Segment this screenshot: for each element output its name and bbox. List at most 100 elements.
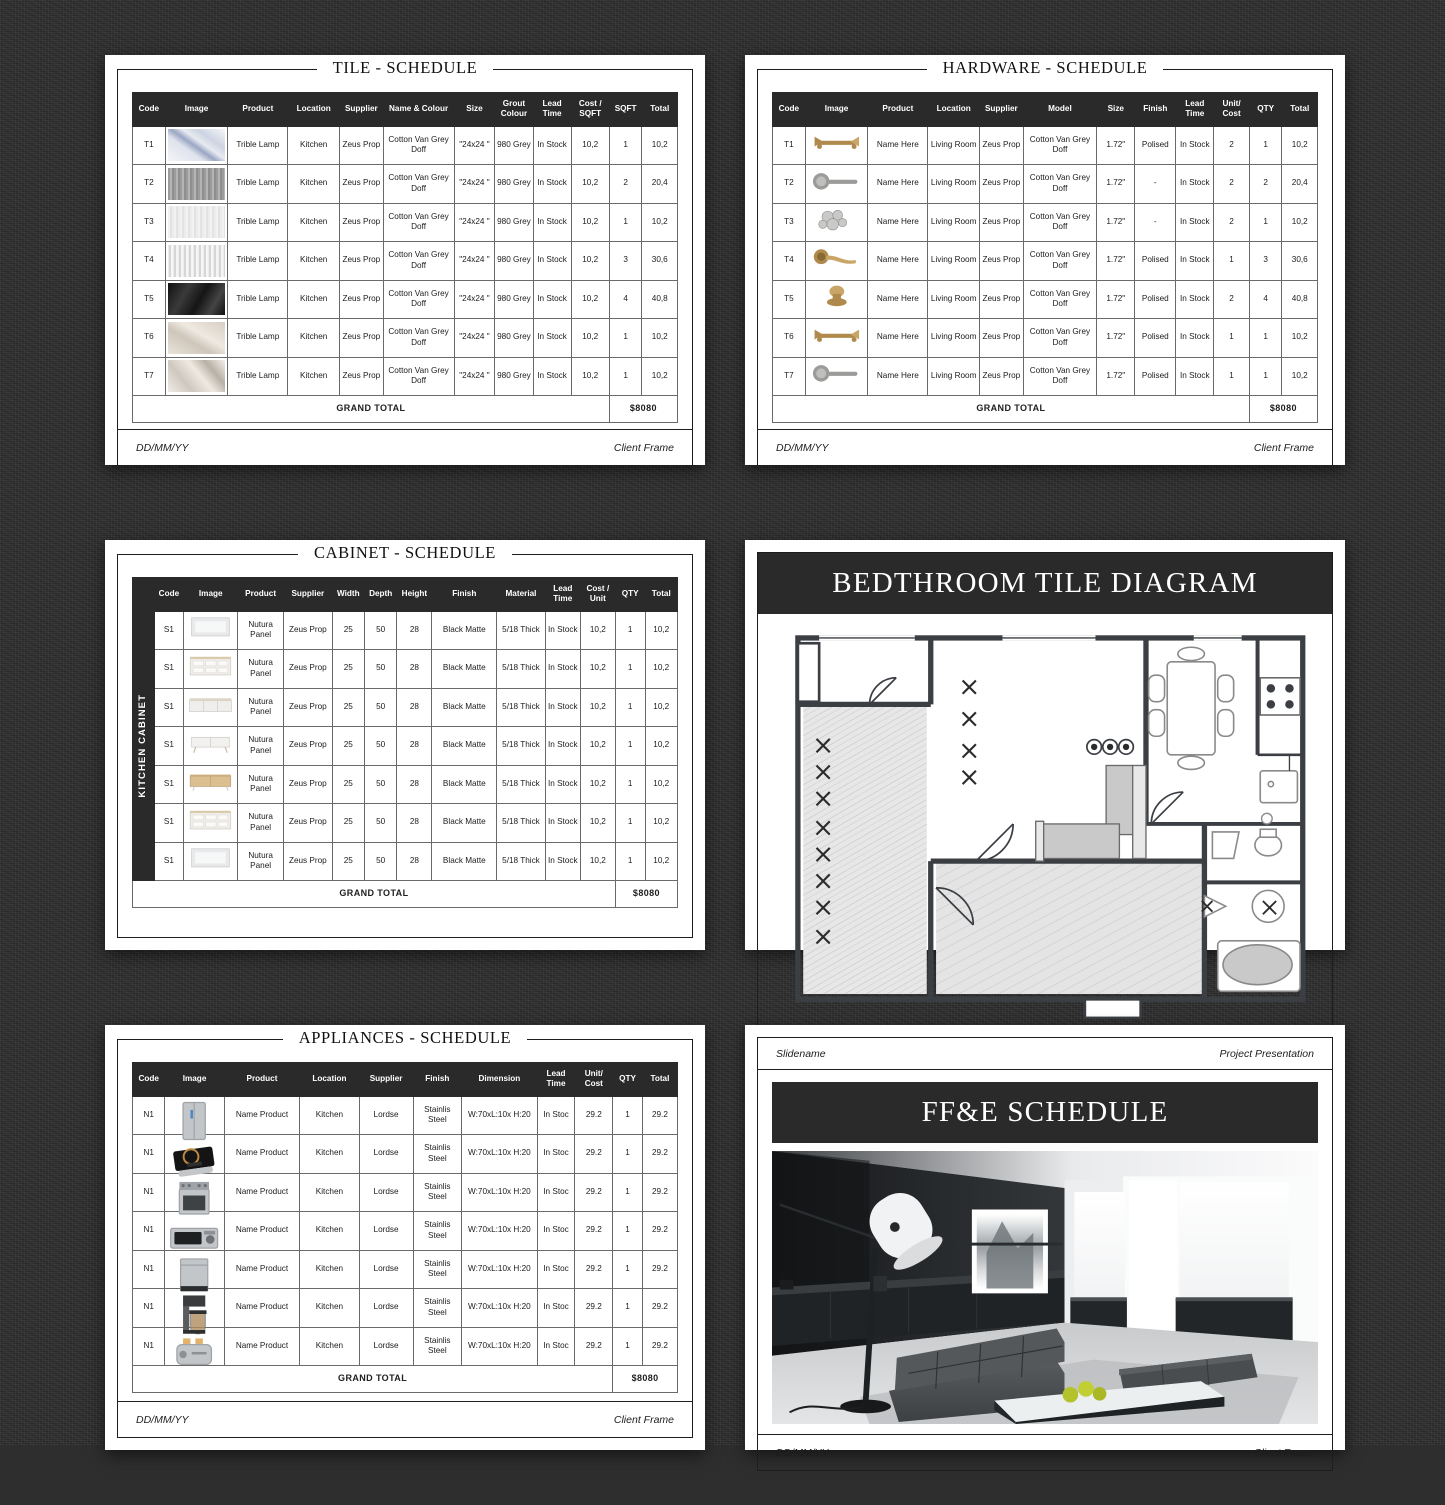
col-finish: Finish: [412, 1062, 463, 1097]
cell-location: Kitchen: [299, 1134, 360, 1174]
grand-total-value: $8080: [608, 395, 679, 423]
cell-finish: Black Matte: [431, 649, 498, 689]
cell-material: 5/18 Thick: [496, 610, 546, 650]
cell-total: 10,2: [1281, 202, 1318, 242]
cell-product: Name Here: [867, 202, 929, 242]
grand-total-row: GRAND TOTAL $8080: [132, 880, 679, 908]
thumbnail-cell: [164, 164, 229, 204]
ffe-schedule-sheet: Slidename Project Presentation FF&E SCHE…: [745, 1025, 1345, 1471]
cell-lead-time: In Stock: [532, 356, 572, 396]
cell-name-colour: Cotton Van Grey Doff: [382, 125, 455, 165]
thumbnail-cell: [164, 241, 229, 281]
footer-date: DD/MM/YY: [136, 441, 189, 454]
cell-code: T4: [772, 241, 806, 281]
col-location: Location: [927, 92, 981, 127]
thumbnail-cell: [164, 1134, 225, 1177]
table-row: T1 Trible Lamp Kitchen Zeus Prop Cotton Van …: [132, 125, 678, 165]
cell-depth: 50: [363, 764, 398, 804]
cell-total: 10,2: [1281, 318, 1318, 358]
cell-total: 10,2: [641, 125, 678, 165]
cell-size: 1.72": [1096, 356, 1136, 396]
cell-dimension: W:70xL:10x H:20: [461, 1172, 538, 1212]
cell-code: S1: [153, 841, 185, 881]
cabinet-schedule-sheet: CABINET - SCHEDULE Code Image Product Su…: [105, 540, 705, 950]
cell-supplier: Zeus Prop: [339, 202, 384, 242]
cell-location: Kitchen: [299, 1326, 360, 1366]
cell-dimension: W:70xL:10x H:20: [461, 1249, 538, 1289]
cell-unit-cost: 29.2: [574, 1172, 614, 1212]
col-product: Product: [223, 1062, 301, 1097]
cell-supplier: Lordse: [358, 1288, 414, 1328]
cell-supplier: Zeus Prop: [979, 279, 1024, 319]
cell-qty: 1: [612, 1095, 643, 1135]
cell-dimension: W:70xL:10x H:20: [461, 1288, 538, 1328]
cell-model: Cotton Van Grey Doff: [1022, 279, 1098, 319]
table-area: Code Image Product Supplier Width Depth …: [118, 555, 692, 927]
col-height: Height: [396, 577, 433, 612]
cell-height: 28: [396, 610, 433, 650]
refrigerator-icon: [167, 1100, 221, 1141]
table-row: N1 Name Product Kitchen Lordse Stainlis Stee…: [131, 1095, 679, 1141]
cell-location: Kitchen: [287, 164, 341, 204]
thumbnail-cell: [164, 1095, 225, 1141]
cell-total: 29.2: [641, 1134, 679, 1174]
cell-cost: 10,2: [570, 318, 610, 358]
col-image: Image: [164, 1062, 225, 1097]
table-row: N1 Name Product Kitchen Lordse Stainlis Stee…: [131, 1134, 679, 1177]
cell-location: Kitchen: [287, 202, 341, 242]
cell-total: 10,2: [641, 356, 678, 396]
col-code: Code: [132, 92, 166, 127]
cell-code: N1: [131, 1249, 166, 1289]
cell-product: Nutura Panel: [237, 803, 285, 843]
col-material: Material: [496, 577, 546, 612]
cell-supplier: Lordse: [358, 1172, 414, 1212]
cell-sqft: 1: [608, 356, 643, 396]
sheet-footer: DD/MM/YY Client Frame: [758, 1434, 1332, 1470]
cell-lead-time: In Stock: [1175, 356, 1215, 396]
cell-finish: Stainlis Steel: [412, 1211, 463, 1251]
col-total: Total: [641, 1062, 679, 1097]
cell-width: 25: [331, 687, 366, 727]
cell-lead-time: In Stock: [532, 164, 572, 204]
cell-unit-cost: 29.2: [574, 1211, 614, 1251]
cell-code: S1: [153, 726, 185, 766]
cell-product: Trible Lamp: [227, 164, 289, 204]
cell-supplier: Lordse: [358, 1326, 414, 1366]
cell-lead-time: In Stock: [532, 125, 572, 165]
cell-total: 10,2: [644, 803, 679, 843]
cell-supplier: Zeus Prop: [979, 164, 1024, 204]
col-total: Total: [1281, 92, 1318, 127]
col-lead-time: Lead Time: [532, 92, 572, 127]
cell-depth: 50: [363, 841, 398, 881]
cell-name-colour: Cotton Van Grey Doff: [382, 241, 455, 281]
cell-total: 10,2: [644, 649, 679, 689]
cell-supplier: Zeus Prop: [283, 764, 333, 804]
cell-sqft: 1: [608, 125, 643, 165]
cell-grout: 980 Grey: [494, 125, 534, 165]
sheet-frame: CABINET - SCHEDULE Code Image Product Su…: [117, 543, 693, 938]
col-size: Size: [453, 92, 496, 127]
tile-white-striated-icon: [167, 244, 226, 277]
col-supplier: Supplier: [979, 92, 1024, 127]
footer-client: Client Frame: [1253, 441, 1314, 454]
cell-lead-time: In Stoc: [536, 1172, 576, 1212]
table-row: N1 Name Product Kitchen Lordse Stainlis Stee…: [131, 1249, 679, 1292]
cell-supplier: Zeus Prop: [979, 241, 1024, 281]
cell-lead-time: In Stoc: [536, 1288, 576, 1328]
cell-model: Cotton Van Grey Doff: [1022, 164, 1098, 204]
thumbnail-cell: [164, 1211, 225, 1251]
cell-total: 20,4: [1281, 164, 1318, 204]
cell-total: 40,8: [1281, 279, 1318, 319]
table-row: N1 Name Product Kitchen Lordse Stainlis Stee…: [131, 1326, 679, 1366]
col-finish: Finish: [431, 577, 498, 612]
cell-location: Living Room: [927, 241, 981, 281]
table-row: S1 Nutura Panel Zeus Prop 25 50 28 Black Matte…: [133, 726, 679, 766]
appliances-schedule-table: Code Image Product Location Supplier Fin…: [131, 1062, 679, 1393]
white-dresser-icon: [186, 808, 235, 838]
cell-unit-cost: 1: [1213, 318, 1250, 358]
cell-code: T5: [772, 279, 806, 319]
thumbnail-cell: [183, 841, 239, 881]
page-title: HARDWARE - SCHEDULE: [758, 58, 1332, 78]
cell-code: S1: [153, 610, 185, 650]
cell-total: 29.2: [641, 1249, 679, 1289]
